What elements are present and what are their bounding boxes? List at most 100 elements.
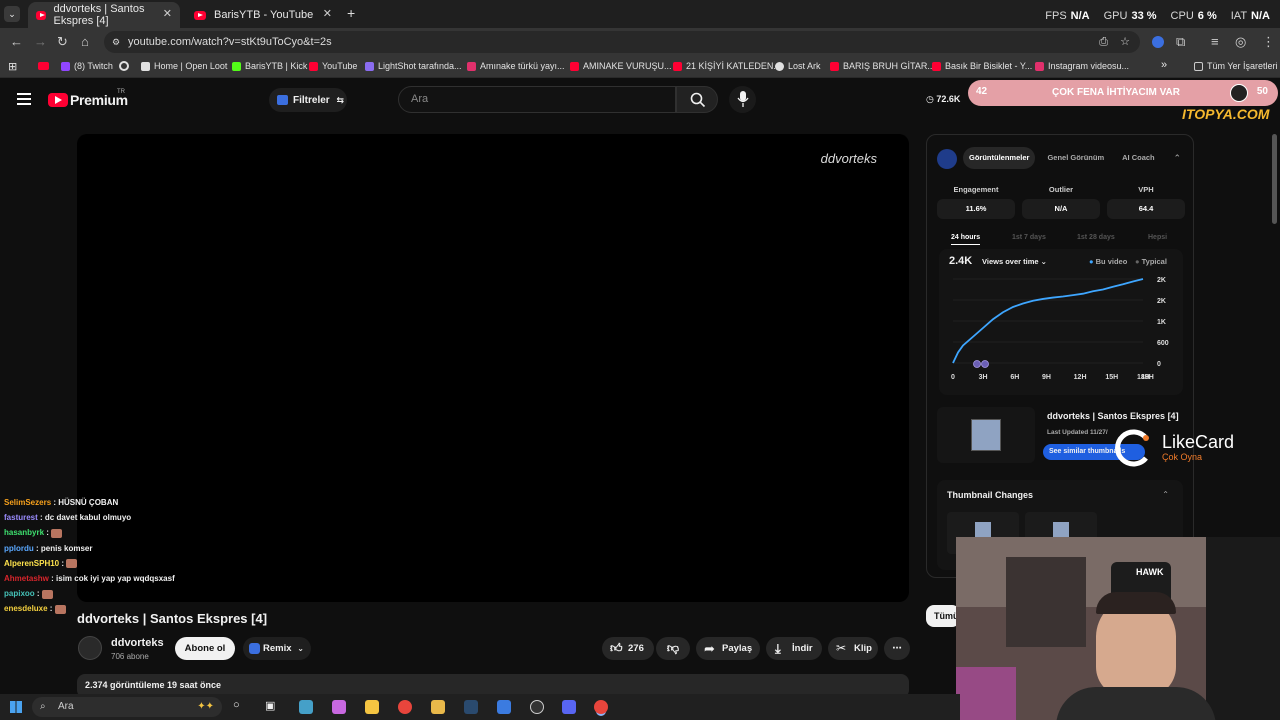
bookmark-item[interactable]: BARIŞ BRUH GİTAR... <box>830 61 935 71</box>
apps-grid-icon[interactable]: ⊞ <box>8 60 17 73</box>
task-view-icon[interactable]: ▣ <box>265 699 275 712</box>
bookmark-item[interactable]: Instagram videosu... <box>1035 61 1129 71</box>
bookmark-item[interactable]: Lost Ark <box>775 61 821 71</box>
copilot-icon[interactable] <box>332 700 346 714</box>
bookmark-item[interactable]: (8) Twitch <box>61 61 113 71</box>
video-player[interactable]: ddvorteks <box>77 134 909 602</box>
legend-this-video: ● Bu video <box>1089 257 1128 266</box>
taskbar-search[interactable]: ⌕ Ara ✦✦ <box>32 697 222 717</box>
remix-button[interactable]: Remix ⌄ <box>243 637 311 660</box>
bookmark-item[interactable]: BarisYTB | Kick <box>232 61 307 71</box>
youtube-bookmark-icon[interactable] <box>38 62 49 70</box>
app-icon[interactable] <box>299 700 313 714</box>
range-28d[interactable]: 1st 28 days <box>1077 234 1115 241</box>
menu-icon[interactable]: ⋮ <box>1262 34 1275 50</box>
range-all[interactable]: Hepsi <box>1148 234 1167 241</box>
chrome-active-icon[interactable] <box>594 700 608 714</box>
filters-button[interactable]: Filtreler ⇆ <box>269 88 347 112</box>
cortana-icon[interactable]: ○ <box>233 699 240 711</box>
more-actions-button[interactable]: ⋯ <box>884 637 910 660</box>
forward-icon[interactable]: → <box>34 34 47 49</box>
steam-icon[interactable] <box>464 700 478 714</box>
tab-ai-coach[interactable]: AI Coach <box>1116 147 1161 169</box>
profile-icon[interactable]: ◎ <box>1235 34 1246 50</box>
bookmark-item[interactable]: LightShot tarafında... <box>365 61 462 71</box>
reload-icon[interactable]: ↻ <box>57 34 68 50</box>
range-24h[interactable]: 24 hours <box>951 234 981 245</box>
more-bookmarks-icon[interactable]: » <box>1161 59 1167 71</box>
home-icon[interactable]: ⌂ <box>81 34 89 49</box>
video-thumbnail[interactable] <box>937 407 1035 463</box>
address-bar[interactable]: ⚙ youtube.com/watch?v=stKt9uToCyo&t=2s ⎙… <box>104 31 1140 53</box>
search-button[interactable] <box>676 86 718 113</box>
clip-button[interactable]: ✂ Klip <box>828 637 878 660</box>
sponsor-brand: ITOPYA.COM <box>1182 106 1270 122</box>
folder-icon[interactable] <box>431 700 445 714</box>
app-icon[interactable] <box>497 700 511 714</box>
tab-views[interactable]: Görüntülenmeler <box>963 147 1036 169</box>
browser-tab-active[interactable]: ddvorteks | Santos Ekspres [4] ✕ <box>28 2 180 28</box>
close-icon[interactable]: ✕ <box>163 7 172 20</box>
folder-icon <box>1194 61 1203 71</box>
new-tab-button[interactable]: + <box>347 5 355 21</box>
range-7d[interactable]: 1st 7 days <box>1012 234 1046 241</box>
event-marker[interactable] <box>973 360 981 368</box>
bookmark-item[interactable]: Home | Open Loot <box>141 61 227 71</box>
search-icon <box>690 92 706 108</box>
reading-list-icon[interactable]: ≡ <box>1211 34 1219 49</box>
tab-search-button[interactable]: ⌄ <box>4 6 20 22</box>
emote-icon <box>41 589 53 599</box>
bookmark-item[interactable]: 21 KİŞİYİ KATLEDEN... <box>673 61 781 71</box>
install-app-icon[interactable]: ⎙ <box>1099 31 1108 53</box>
instagram-icon <box>467 61 476 71</box>
subscribe-button[interactable]: Abone ol <box>175 637 235 660</box>
legend-typical: ● Typical <box>1135 257 1167 266</box>
tab-title: ddvorteks | Santos Ekspres [4] <box>53 3 145 27</box>
close-icon[interactable]: ✕ <box>323 7 332 20</box>
youtube-icon <box>830 61 839 71</box>
hamburger-menu-icon[interactable] <box>17 93 31 105</box>
bookmark-item[interactable]: YouTube <box>309 61 357 71</box>
all-bookmarks[interactable]: Tüm Yer İşaretleri <box>1194 61 1278 71</box>
bookmark-item[interactable]: Basık Bir Bisiklet - Y... <box>932 61 1032 71</box>
download-button[interactable]: ⤓ İndir <box>766 637 822 660</box>
views-stat: ◷ 72.6K <box>926 94 961 104</box>
twitch-icon <box>61 61 70 71</box>
channel-avatar[interactable] <box>78 636 102 660</box>
extension-icon[interactable] <box>1152 36 1164 48</box>
tab-strip: ⌄ ddvorteks | Santos Ekspres [4] ✕ Baris… <box>0 0 1280 28</box>
youtube-logo-icon[interactable] <box>48 93 68 107</box>
like-button[interactable]: 👍︎ 276 <box>602 637 654 660</box>
youtube-icon <box>673 61 682 71</box>
y-tick-label: 2K <box>1157 277 1166 284</box>
collapse-icon[interactable]: ⌃ <box>1173 153 1181 164</box>
obs-icon[interactable] <box>530 700 544 714</box>
back-icon[interactable]: ← <box>10 34 23 49</box>
channel-name[interactable]: ddvorteks <box>111 637 164 649</box>
collapse-icon[interactable]: ⌃ <box>1162 490 1169 499</box>
dislike-button[interactable]: 👎︎ <box>656 637 690 660</box>
google-icon[interactable] <box>119 61 129 71</box>
vidiq-icon <box>277 95 288 105</box>
metric-outlier: Outlier N/A <box>1022 185 1100 219</box>
bookmark-item[interactable]: Amınake türkü yayı... <box>467 61 565 71</box>
bookmark-item[interactable]: AMINAKE VURUŞU... <box>570 61 672 71</box>
event-marker[interactable] <box>981 360 989 368</box>
share-button[interactable]: ➦ Paylaş <box>696 637 760 660</box>
site-info-icon[interactable]: ⚙ <box>112 31 120 53</box>
chart-dropdown[interactable]: Views over time ⌄ <box>982 257 1047 266</box>
puzzle-icon[interactable]: ⧉ <box>1176 34 1185 50</box>
discord-icon[interactable] <box>562 700 576 714</box>
windows-start-icon[interactable] <box>10 701 22 713</box>
search-input[interactable]: Ara <box>398 86 676 113</box>
chip-all[interactable]: Tümü <box>926 605 960 627</box>
store-icon[interactable] <box>365 700 379 714</box>
bookmark-star-icon[interactable]: ☆ <box>1120 31 1130 53</box>
views-chart-card: 2.4K Views over time ⌄ ● Bu video ● Typi… <box>939 249 1183 395</box>
scissors-icon: ✂ <box>836 641 847 655</box>
chrome-icon[interactable] <box>398 700 412 714</box>
tab-overview[interactable]: Genel Görünüm <box>1041 147 1110 169</box>
voice-search-button[interactable] <box>729 86 756 113</box>
scrollbar[interactable] <box>1272 134 1277 224</box>
browser-tab[interactable]: BarisYTB - YouTube ✕ <box>186 2 340 28</box>
